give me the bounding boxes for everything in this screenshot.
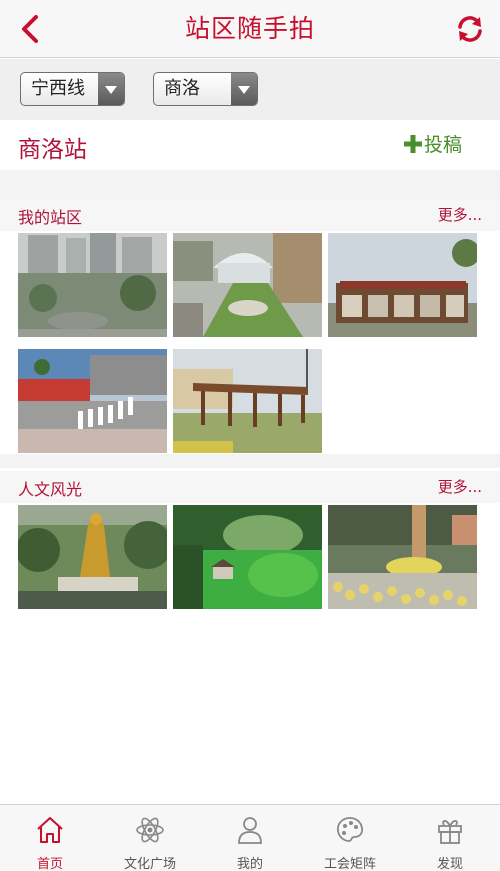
submit-label: 投稿 — [423, 134, 462, 156]
tab-culture-square[interactable]: 文化广场 — [100, 805, 200, 871]
photo-thumbnail[interactable] — [173, 349, 322, 453]
tab-label: 工会矩阵 — [323, 857, 376, 871]
bottom-tab-bar: 首页 文化广场 我的 工会矩阵 发现 — [0, 804, 500, 871]
page-title: 站区随手拍 — [184, 14, 315, 43]
more-link[interactable]: 更多... — [438, 476, 482, 497]
tab-label: 发现 — [436, 857, 463, 871]
section-title: 我的站区 — [18, 208, 83, 227]
tab-label: 我的 — [236, 857, 263, 871]
station-name: 商洛站 — [18, 137, 87, 163]
filter-bar: 宁西线 商洛 — [0, 59, 500, 120]
gift-icon — [438, 820, 462, 844]
tab-union-matrix[interactable]: 工会矩阵 — [300, 805, 400, 871]
person-icon — [238, 817, 262, 844]
refresh-icon[interactable] — [454, 13, 486, 45]
plus-icon — [403, 135, 422, 153]
photo-thumbnail[interactable] — [18, 505, 167, 609]
top-navigation-bar: 站区随手拍 — [0, 0, 500, 58]
section-title: 人文风光 — [18, 480, 83, 499]
home-icon — [37, 817, 63, 843]
section-divider — [0, 170, 500, 200]
section-divider — [0, 454, 500, 468]
photo-thumbnail[interactable] — [18, 349, 167, 453]
tab-discover[interactable]: 发现 — [400, 805, 500, 871]
dropdown-arrow-icon — [231, 73, 257, 105]
atom-icon — [136, 817, 164, 843]
tab-mine[interactable]: 我的 — [200, 805, 300, 871]
more-link[interactable]: 更多... — [438, 204, 482, 225]
submit-button[interactable]: 投稿 — [403, 130, 462, 160]
tab-home[interactable]: 首页 — [0, 805, 100, 871]
dropdown-arrow-icon — [98, 73, 124, 105]
photo-thumbnail[interactable] — [173, 233, 322, 337]
section-header-my-station: 我的站区 更多... — [0, 199, 500, 231]
tab-label: 文化广场 — [123, 857, 176, 871]
line-select-value: 宁西线 — [31, 78, 85, 99]
photo-thumbnail[interactable] — [18, 233, 167, 337]
palette-icon — [336, 817, 364, 842]
line-select[interactable]: 宁西线 — [20, 72, 125, 106]
photo-thumbnail[interactable] — [328, 233, 477, 337]
station-select-value: 商洛 — [164, 78, 200, 99]
section-header-culture-scenery: 人文风光 更多... — [0, 471, 500, 503]
station-header: 商洛站 投稿 — [0, 120, 500, 170]
tab-label: 首页 — [36, 857, 63, 871]
station-select[interactable]: 商洛 — [153, 72, 258, 106]
photo-thumbnail[interactable] — [328, 505, 477, 609]
photo-thumbnail[interactable] — [173, 505, 322, 609]
